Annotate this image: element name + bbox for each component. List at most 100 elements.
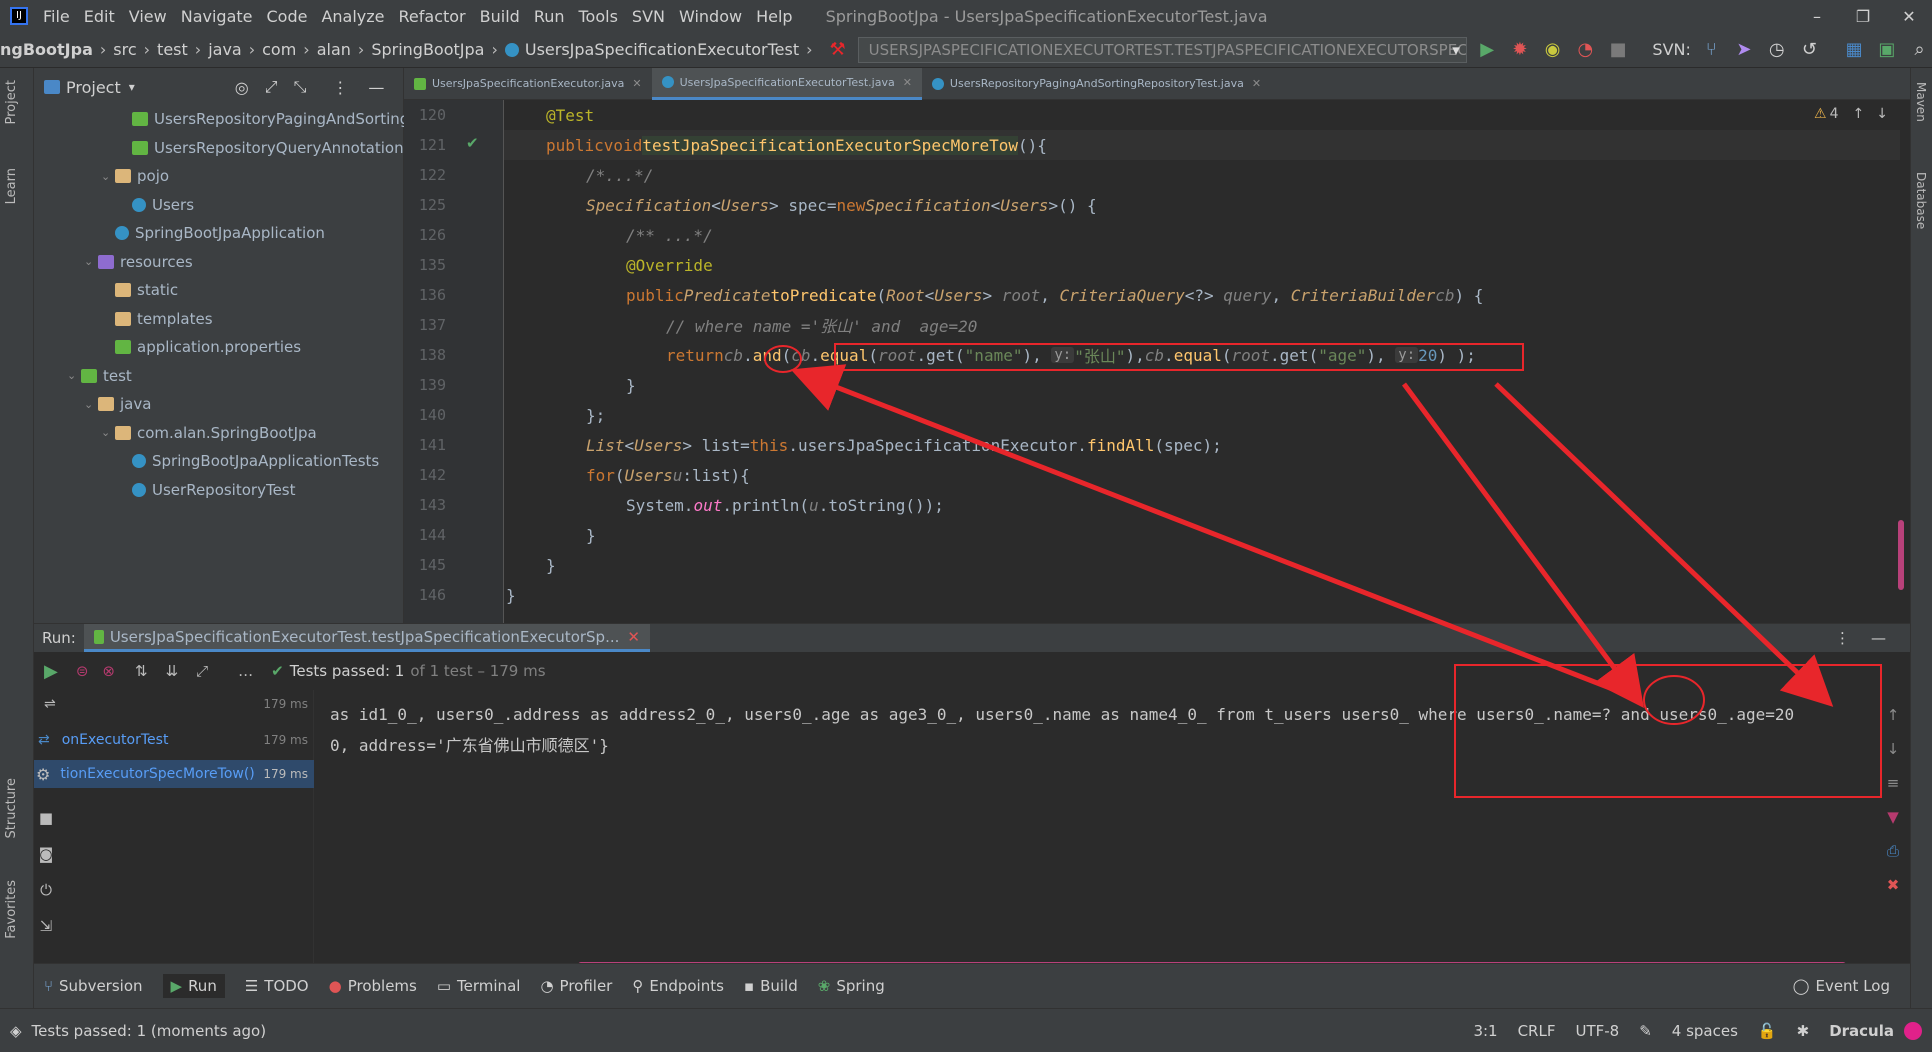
tool-run[interactable]: ▶ Run xyxy=(162,974,225,998)
tree-item[interactable]: UsersRepositoryPagingAndSorting xyxy=(118,106,409,132)
plug-icon[interactable]: ⏻ xyxy=(34,872,58,908)
scroll-end-icon[interactable]: ▼ xyxy=(1882,800,1904,834)
terminal-icon[interactable]: ▣ xyxy=(1874,37,1899,63)
scroll-down-icon[interactable]: ↓ xyxy=(1882,732,1904,766)
stop-icon[interactable]: ■ xyxy=(34,800,58,836)
theme-label[interactable]: Dracula xyxy=(1829,1022,1894,1040)
hammer-icon[interactable]: ⚒ xyxy=(830,39,846,60)
maven-tool-tab[interactable]: Maven xyxy=(1914,82,1928,122)
inspector-icon[interactable]: ✱ xyxy=(1797,1022,1810,1040)
editor-scrollbar[interactable] xyxy=(1898,520,1904,590)
menu-run[interactable]: Run xyxy=(534,7,565,26)
chevron-down-icon[interactable]: ⌄ xyxy=(84,398,98,411)
breadcrumb-java[interactable]: java xyxy=(208,40,242,59)
tree-item[interactable]: ⌄ resources xyxy=(84,249,193,275)
menu-help[interactable]: Help xyxy=(756,7,792,26)
sort-duration-icon[interactable]: ⇊ xyxy=(166,662,179,680)
test-tree-row[interactable]: ⇌ 179 ms xyxy=(34,690,314,718)
chevron-down-icon[interactable]: ▾ xyxy=(129,80,135,94)
options-icon[interactable]: ⋮ xyxy=(332,78,348,97)
menu-code[interactable]: Code xyxy=(267,7,308,26)
breadcrumb-springbootjpa[interactable]: SpringBootJpa xyxy=(371,40,484,59)
test-passed-gutter-icon[interactable]: ✔ xyxy=(466,134,479,152)
scroll-up-icon[interactable]: ↑ xyxy=(1882,698,1904,732)
expand-icon[interactable]: ⤢ xyxy=(265,77,278,97)
collapse-icon[interactable]: ⤡ xyxy=(294,77,307,97)
exit-icon[interactable]: ⇲ xyxy=(34,908,58,944)
lock-icon[interactable]: 🔓 xyxy=(1758,1022,1777,1040)
svn-commit-icon[interactable]: ➤ xyxy=(1732,37,1757,63)
tree-item[interactable]: application.properties xyxy=(101,334,301,360)
tool-subversion[interactable]: ⑂ Subversion xyxy=(44,977,143,995)
test-tree-row[interactable]: ⇄ onExecutorTest 179 ms xyxy=(34,726,314,754)
show-ignored-icon[interactable]: ⊗ xyxy=(102,662,115,680)
close-tab-icon[interactable]: ✕ xyxy=(1252,77,1261,90)
avatar[interactable] xyxy=(1904,1021,1922,1040)
menu-tools[interactable]: Tools xyxy=(579,7,618,26)
inspection-widget[interactable]: ⚠ 4 ↑ ↓ xyxy=(1814,100,1888,128)
tree-item[interactable]: SpringBootJpaApplication xyxy=(101,220,325,246)
stop-icon[interactable]: ■ xyxy=(1606,37,1631,63)
run-tab[interactable]: UsersJpaSpecificationExecutorTest.testJp… xyxy=(83,624,650,652)
camera-icon[interactable]: ◙ xyxy=(34,836,58,872)
menu-edit[interactable]: Edit xyxy=(84,7,115,26)
close-tab-icon[interactable]: ✕ xyxy=(903,76,912,89)
structure-tool-tab[interactable]: Structure xyxy=(4,778,19,838)
tool-todo[interactable]: ☰ TODO xyxy=(245,977,309,995)
layout-icon[interactable]: ▦ xyxy=(1842,37,1867,63)
tool-spring[interactable]: ❀ Spring xyxy=(818,977,885,995)
next-highlight-icon[interactable]: ↓ xyxy=(1876,106,1888,122)
close-tab-icon[interactable]: ✕ xyxy=(627,628,640,646)
tree-item[interactable]: ⌄ pojo xyxy=(101,163,169,189)
indent-setting[interactable]: 4 spaces xyxy=(1672,1022,1738,1040)
tree-item[interactable]: UserRepositoryTest xyxy=(118,477,296,503)
caret-position[interactable]: 3:1 xyxy=(1473,1022,1497,1040)
line-separator[interactable]: CRLF xyxy=(1518,1022,1556,1040)
options-icon[interactable]: ⋮ xyxy=(1835,629,1850,647)
menu-refactor[interactable]: Refactor xyxy=(399,7,466,26)
breadcrumb-project[interactable]: ngBootJpa xyxy=(0,40,93,59)
soft-wrap-icon[interactable]: ≡ xyxy=(1882,766,1904,800)
previous-highlight-icon[interactable]: ↑ xyxy=(1853,106,1865,122)
layers-icon[interactable]: ◈ xyxy=(10,1022,22,1040)
tool-problems[interactable]: ● Problems xyxy=(329,977,417,995)
show-passed-icon[interactable]: ⊜ xyxy=(76,662,89,680)
tool-endpoints[interactable]: ⚲ Endpoints xyxy=(632,977,724,995)
breadcrumb-alan[interactable]: alan xyxy=(317,40,351,59)
favorites-tool-tab[interactable]: Favorites xyxy=(4,880,19,939)
print-icon[interactable]: ⎙ xyxy=(1882,834,1904,868)
trash-icon[interactable]: ✖ xyxy=(1882,868,1904,902)
target-icon[interactable]: ◎ xyxy=(235,78,249,97)
tree-item[interactable]: ⌄ test xyxy=(67,363,132,389)
menu-build[interactable]: Build xyxy=(480,7,520,26)
close-window-button[interactable]: ✕ xyxy=(1886,7,1932,26)
menu-analyze[interactable]: Analyze xyxy=(321,7,384,26)
editor-tab[interactable]: UsersRepositoryPagingAndSortingRepositor… xyxy=(922,68,1271,100)
tree-item[interactable]: static xyxy=(101,277,178,303)
search-icon[interactable]: ⌕ xyxy=(1907,37,1932,63)
database-tool-tab[interactable]: Database xyxy=(1914,172,1928,229)
tool-event-log[interactable]: ◯ Event Log xyxy=(1793,977,1890,995)
menu-window[interactable]: Window xyxy=(679,7,742,26)
file-encoding[interactable]: UTF-8 xyxy=(1575,1022,1619,1040)
editor-tab-active[interactable]: UsersJpaSpecificationExecutorTest.java ✕ xyxy=(651,67,922,100)
edit-icon[interactable]: ✎ xyxy=(1639,1022,1652,1040)
tool-profiler[interactable]: ◔ Profiler xyxy=(540,977,612,995)
chevron-down-icon[interactable]: ⌄ xyxy=(101,426,115,439)
chevron-down-icon[interactable]: ⌄ xyxy=(67,369,81,382)
tool-build[interactable]: ▪ Build xyxy=(744,977,798,995)
project-tool-tab[interactable]: Project xyxy=(4,80,19,124)
revert-icon[interactable]: ↺ xyxy=(1797,37,1822,63)
tree-item[interactable]: SpringBootJpaApplicationTests xyxy=(118,448,379,474)
chevron-down-icon[interactable]: ⌄ xyxy=(84,255,98,268)
breadcrumb-test-class[interactable]: UsersJpaSpecificationExecutorTest xyxy=(525,40,799,59)
menu-file[interactable]: File xyxy=(43,7,70,26)
debug-icon[interactable]: ✹ xyxy=(1508,37,1533,63)
breadcrumb-com[interactable]: com xyxy=(262,40,296,59)
restore-button[interactable]: ❐ xyxy=(1840,7,1886,26)
minimize-button[interactable]: – xyxy=(1794,7,1840,26)
coverage-icon[interactable]: ◉ xyxy=(1540,37,1565,63)
hide-icon[interactable]: — xyxy=(368,78,384,97)
breadcrumb-src[interactable]: src xyxy=(113,40,136,59)
chevron-down-icon[interactable]: ⌄ xyxy=(101,170,115,183)
